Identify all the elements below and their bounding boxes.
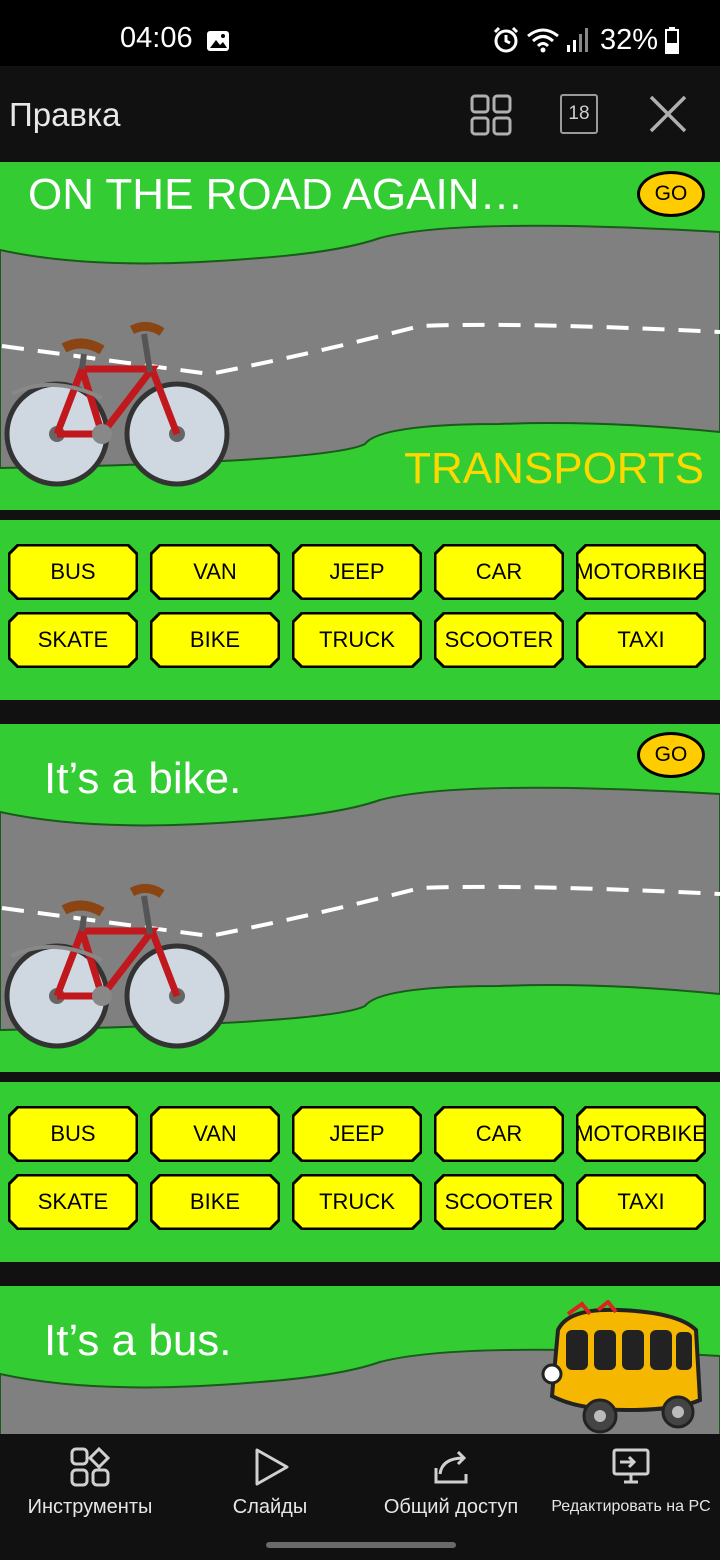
slides-scroll-area[interactable]: ON THE ROAD AGAIN… GO TRANSPORTS BUS VAN J…	[0, 162, 720, 1434]
transport-button-label: CAR	[475, 1121, 523, 1146]
slide-2[interactable]: It’s a bike. GO	[0, 724, 720, 1072]
status-time: 04:06	[120, 22, 193, 54]
go-button[interactable]: GO	[637, 171, 705, 217]
battery-percent: 32%	[599, 23, 658, 56]
transport-button-label: SKATE	[37, 1189, 109, 1214]
share-button[interactable]: Общий доступ	[376, 1446, 526, 1519]
transport-button-label: TRUCK	[319, 627, 395, 652]
status-bar: 04:06 32%	[0, 0, 720, 66]
slide-count: 18	[568, 103, 590, 124]
transport-button-motorbike[interactable]: MOTORBIKE	[575, 1106, 707, 1162]
transport-button-label: JEEP	[329, 1121, 385, 1146]
transport-button-bus[interactable]: BUS	[8, 1106, 138, 1162]
transport-button-label: BUS	[50, 559, 96, 584]
slide-3[interactable]: It’s a bus.	[0, 1286, 720, 1434]
gallery-notification-icon	[207, 31, 229, 51]
transport-button-label: VAN	[193, 1121, 237, 1146]
transport-button-van[interactable]: VAN	[150, 544, 280, 600]
status-icons: 32%	[492, 24, 680, 56]
slide-title: ON THE ROAD AGAIN…	[28, 170, 524, 219]
edit-button[interactable]: Правка	[9, 96, 120, 134]
transport-button-truck[interactable]: TRUCK	[292, 612, 422, 668]
transport-button-label: MOTORBIKE	[575, 1121, 707, 1146]
transport-button-label: BIKE	[189, 627, 241, 652]
slide-title: It’s a bus.	[44, 1316, 232, 1365]
transport-button-scooter[interactable]: SCOOTER	[434, 1174, 564, 1230]
transport-button-taxi[interactable]: TAXI	[576, 1174, 706, 1230]
transport-button-label: VAN	[193, 559, 237, 584]
transport-button-taxi[interactable]: TAXI	[576, 612, 706, 668]
transport-button-bus[interactable]: BUS	[8, 544, 138, 600]
transport-button-label: SCOOTER	[444, 1189, 554, 1214]
home-indicator[interactable]	[266, 1542, 456, 1548]
tools-label: Инструменты	[27, 1496, 153, 1518]
tools-button[interactable]: Инструменты	[18, 1446, 162, 1519]
bus-icon	[541, 1300, 703, 1434]
battery-icon	[665, 27, 679, 54]
share-label: Общий доступ	[383, 1496, 519, 1518]
transport-button-label: TAXI	[617, 1189, 665, 1214]
app-bar: Правка 18	[0, 66, 720, 162]
transport-button-truck[interactable]: TRUCK	[292, 1174, 422, 1230]
transport-button-van[interactable]: VAN	[150, 1106, 280, 1162]
transport-button-label: TAXI	[617, 627, 665, 652]
wifi-icon	[527, 28, 559, 53]
grid-view-icon[interactable]	[468, 92, 514, 138]
transport-button-bike[interactable]: BIKE	[150, 612, 280, 668]
bicycle-icon	[2, 314, 232, 489]
transport-buttons-panel-2: BUS VAN JEEP CAR MOTORBIKE SKATE BIKE TRUCK SCOO…	[0, 1082, 720, 1262]
signal-icon	[566, 28, 588, 52]
alarm-icon	[493, 26, 519, 53]
slide-1[interactable]: ON THE ROAD AGAIN… GO TRANSPORTS	[0, 162, 720, 510]
go-label: GO	[654, 182, 688, 205]
transport-button-label: BIKE	[189, 1189, 241, 1214]
transport-button-motorbike[interactable]: MOTORBIKE	[575, 544, 707, 600]
transport-button-label: SKATE	[37, 627, 109, 652]
slideshow-label: Слайды	[232, 1496, 308, 1518]
transport-button-label: SCOOTER	[444, 627, 554, 652]
transport-button-label: CAR	[475, 559, 523, 584]
transport-buttons-panel-1: BUS VAN JEEP CAR MOTORBIKE SKATE BIKE TRUCK SCOO…	[0, 520, 720, 700]
transport-button-label: BUS	[50, 1121, 96, 1146]
transport-button-skate[interactable]: SKATE	[8, 1174, 138, 1230]
transport-button-label: TRUCK	[319, 1189, 395, 1214]
transport-button-label: JEEP	[329, 559, 385, 584]
slide-subtitle: TRANSPORTS	[404, 444, 704, 493]
close-icon[interactable]	[644, 90, 692, 138]
slide-title: It’s a bike.	[44, 754, 242, 803]
slide-count-button[interactable]: 18	[560, 94, 598, 134]
transport-button-jeep[interactable]: JEEP	[292, 544, 422, 600]
pc-icon	[612, 1448, 650, 1484]
bicycle-icon	[2, 876, 232, 1051]
transport-button-label: MOTORBIKE	[575, 559, 707, 584]
transport-button-skate[interactable]: SKATE	[8, 612, 138, 668]
share-icon	[434, 1450, 468, 1484]
slideshow-button[interactable]: Слайды	[210, 1446, 330, 1519]
transport-button-bike[interactable]: BIKE	[150, 1174, 280, 1230]
go-button[interactable]: GO	[637, 732, 705, 778]
go-label: GO	[654, 743, 688, 766]
transport-button-jeep[interactable]: JEEP	[292, 1106, 422, 1162]
edit-on-pc-button[interactable]: Редактировать на PC	[542, 1446, 720, 1516]
transport-button-car[interactable]: CAR	[434, 1106, 564, 1162]
transport-button-car[interactable]: CAR	[434, 544, 564, 600]
edit-on-pc-label: Редактировать на PC	[551, 1498, 711, 1515]
screen: 04:06 32% Правка 18 ON THE ROAD AGAIN… G…	[0, 0, 720, 1560]
tools-icon	[70, 1446, 111, 1487]
transport-button-scooter[interactable]: SCOOTER	[434, 612, 564, 668]
play-icon	[255, 1448, 289, 1486]
